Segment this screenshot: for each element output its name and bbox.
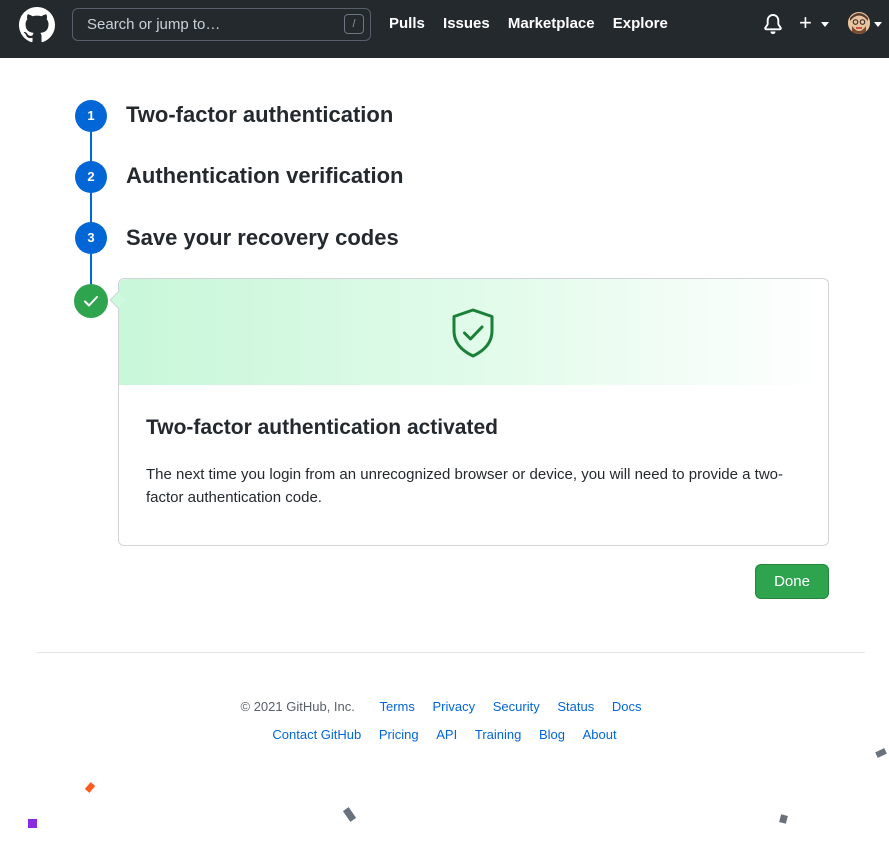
footer-copyright: © 2021 GitHub, Inc. (240, 699, 355, 714)
footer-links-row-2: Contact GitHub Pricing API Training Blog… (0, 727, 889, 742)
activation-success-card: Two-factor authentication activated The … (118, 278, 829, 546)
step-title-verification: Authentication verification (126, 163, 404, 188)
nav-issues[interactable]: Issues (443, 15, 490, 32)
footer-link-training[interactable]: Training (475, 727, 521, 742)
checkmark-icon (84, 296, 98, 307)
footer-link-status[interactable]: Status (557, 699, 594, 714)
footer-divider (37, 652, 865, 653)
footer-link-about[interactable]: About (583, 727, 617, 742)
confetti-piece (875, 748, 887, 758)
step-complete-badge (74, 284, 108, 318)
nav-explore[interactable]: Explore (613, 15, 668, 32)
footer-links-row-1: © 2021 GitHub, Inc. Terms Privacy Securi… (0, 699, 889, 714)
done-button[interactable]: Done (755, 564, 829, 599)
card-title: Two-factor authentication activated (146, 416, 498, 439)
confetti-piece (84, 782, 96, 793)
footer-link-terms[interactable]: Terms (380, 699, 415, 714)
step-number-badge-1: 1 (75, 100, 107, 132)
create-new-chevron-down-icon[interactable] (821, 22, 829, 27)
shield-check-icon (452, 308, 494, 358)
footer-link-security[interactable]: Security (493, 699, 540, 714)
footer-link-pricing[interactable]: Pricing (379, 727, 419, 742)
confetti-piece (779, 814, 788, 824)
confetti-piece (342, 807, 357, 822)
notifications-bell-icon[interactable] (763, 14, 783, 34)
footer-link-blog[interactable]: Blog (539, 727, 565, 742)
step-number-badge-2: 2 (75, 161, 107, 193)
footer-link-docs[interactable]: Docs (612, 699, 642, 714)
github-logo-icon[interactable] (19, 7, 55, 43)
footer-link-api[interactable]: API (436, 727, 457, 742)
success-banner (119, 279, 828, 385)
nav-pulls[interactable]: Pulls (389, 15, 425, 32)
top-navbar: Search or jump to… / Pulls Issues Market… (0, 0, 889, 58)
search-placeholder: Search or jump to… (87, 16, 221, 33)
search-shortcut-key: / (344, 14, 364, 34)
user-menu-chevron-down-icon[interactable] (874, 22, 882, 27)
step-title-two-factor: Two-factor authentication (126, 102, 394, 127)
user-avatar[interactable] (848, 12, 870, 34)
search-input[interactable]: Search or jump to… / (72, 8, 371, 41)
create-new-plus-icon[interactable]: + (799, 12, 812, 34)
confetti-piece (28, 819, 37, 828)
step-title-recovery-codes: Save your recovery codes (126, 225, 399, 250)
card-description: The next time you login from an unrecogn… (146, 466, 783, 506)
nav-marketplace[interactable]: Marketplace (508, 15, 595, 32)
avatar-face-icon (848, 12, 870, 34)
step-number-badge-3: 3 (75, 222, 107, 254)
footer-link-privacy[interactable]: Privacy (433, 699, 476, 714)
footer-link-contact[interactable]: Contact GitHub (272, 727, 361, 742)
primary-nav: Pulls Issues Marketplace Explore (389, 15, 682, 32)
